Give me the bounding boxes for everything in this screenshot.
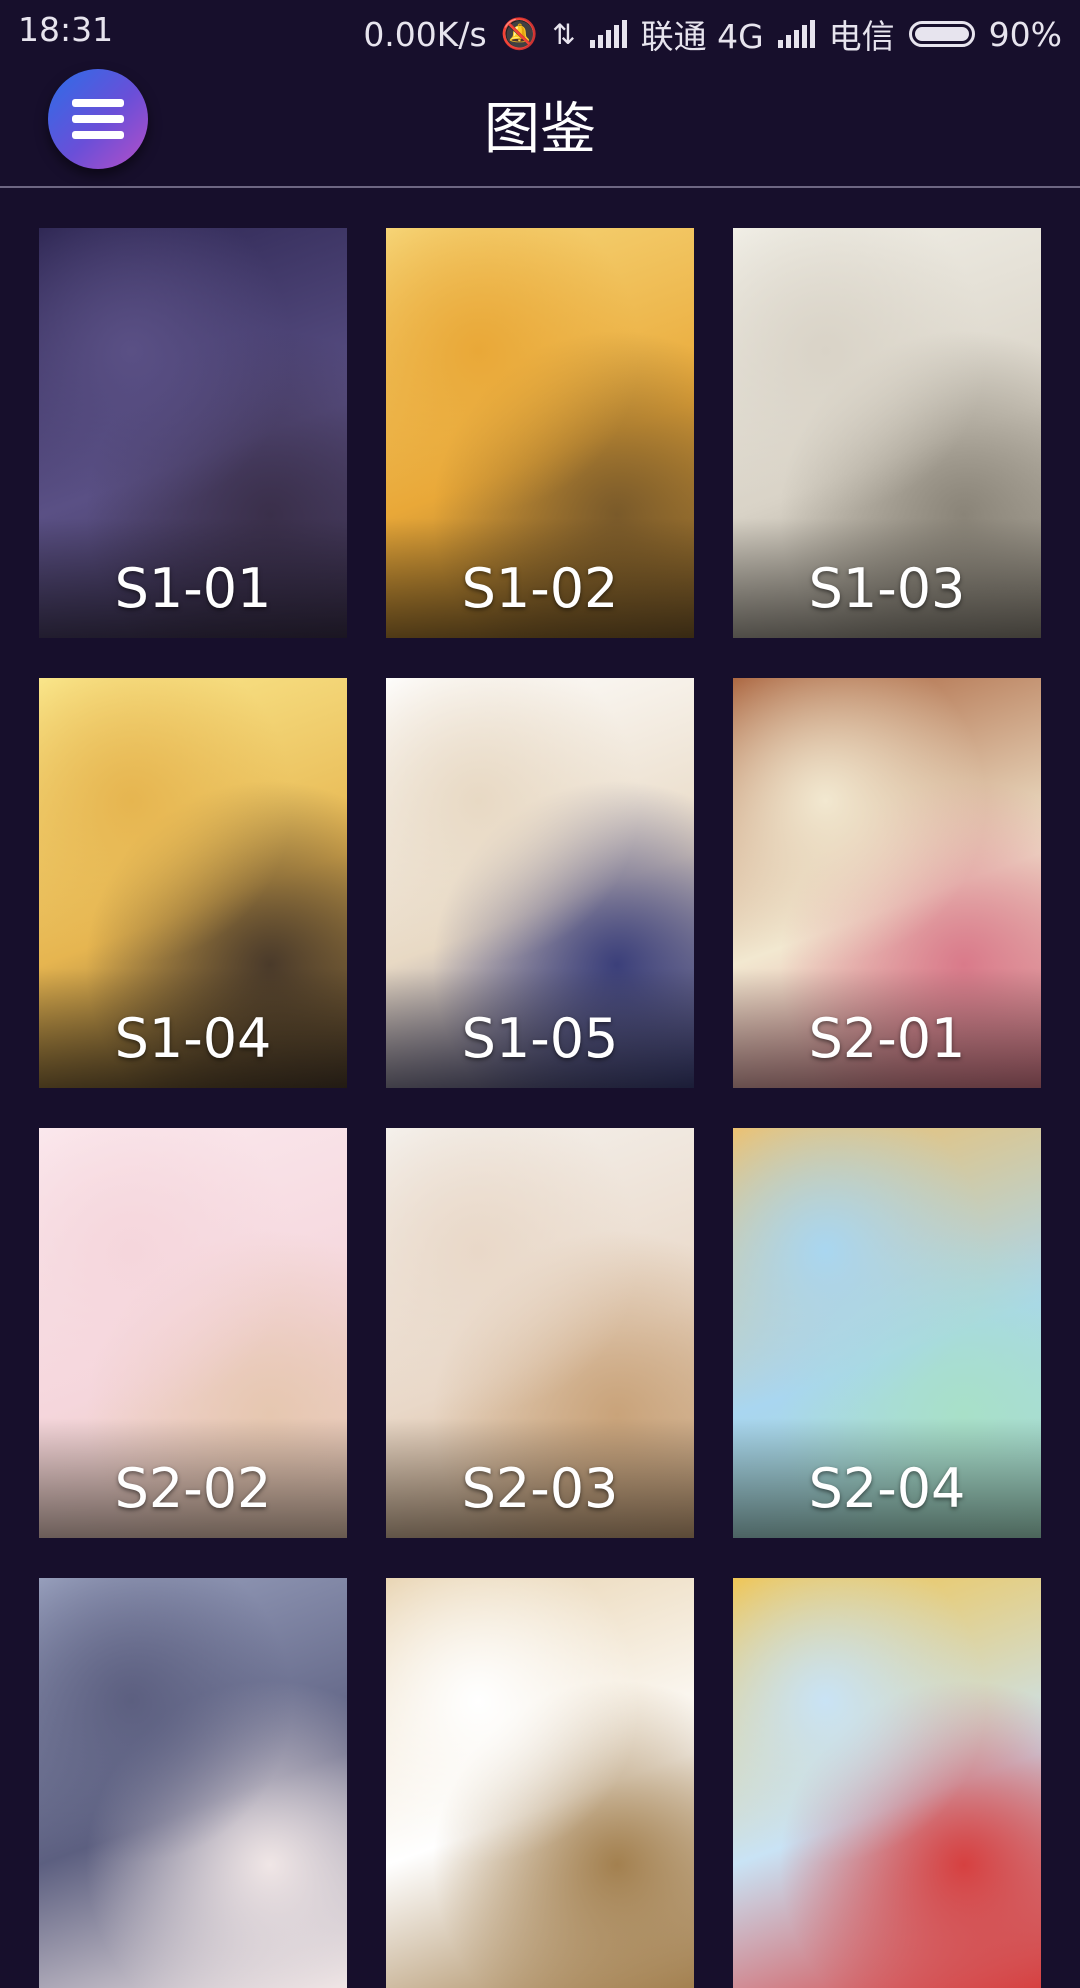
silent-bell-icon: 🔕 [500, 16, 539, 52]
card-artwork [733, 1578, 1041, 1988]
gallery-card[interactable]: S1-02 [386, 228, 694, 638]
battery-icon [908, 21, 975, 47]
gallery-card[interactable]: S2-01 [733, 678, 1041, 1088]
status-bar: 18:31 0.00K/s 🔕 ⇅ 联通 4G 电信 90% [0, 0, 1080, 60]
card-label: S1-03 [808, 557, 966, 620]
gallery-card[interactable] [386, 1578, 694, 1988]
gallery-card[interactable] [733, 1578, 1041, 1988]
gallery-card[interactable]: S2-02 [39, 1128, 347, 1538]
status-right: 0.00K/s 🔕 ⇅ 联通 4G 电信 90% [363, 10, 1062, 58]
card-label: S1-02 [461, 557, 619, 620]
gallery-card[interactable]: S2-03 [386, 1128, 694, 1538]
gallery-card[interactable]: S1-05 [386, 678, 694, 1088]
carrier-2: 电信 [828, 17, 895, 56]
gallery-card[interactable]: S1-03 [733, 228, 1041, 638]
card-label: S2-02 [114, 1457, 272, 1520]
app-bar: 图鉴 [0, 60, 1080, 188]
signal-icon-2 [777, 20, 815, 48]
gallery-card[interactable] [39, 1578, 347, 1988]
card-artwork [386, 1578, 694, 1988]
card-label: S2-01 [808, 1007, 966, 1070]
card-label: S1-01 [114, 557, 272, 620]
gallery-card[interactable]: S1-04 [39, 678, 347, 1088]
card-label: S2-03 [461, 1457, 619, 1520]
card-artwork [39, 1578, 347, 1988]
carrier-1: 联通 4G [640, 17, 764, 56]
page-title: 图鉴 [484, 97, 596, 162]
net-speed: 0.00K/s [363, 14, 487, 54]
status-time: 18:31 [18, 10, 114, 49]
gallery-card[interactable]: S1-01 [39, 228, 347, 638]
card-label: S1-05 [461, 1007, 619, 1070]
card-label: S1-04 [114, 1007, 272, 1070]
signal-icon-1 [589, 20, 627, 48]
data-arrows-icon: ⇅ [552, 17, 576, 51]
card-label: S2-04 [808, 1457, 966, 1520]
gallery-card[interactable]: S2-04 [733, 1128, 1041, 1538]
battery-percent: 90% [988, 14, 1062, 54]
